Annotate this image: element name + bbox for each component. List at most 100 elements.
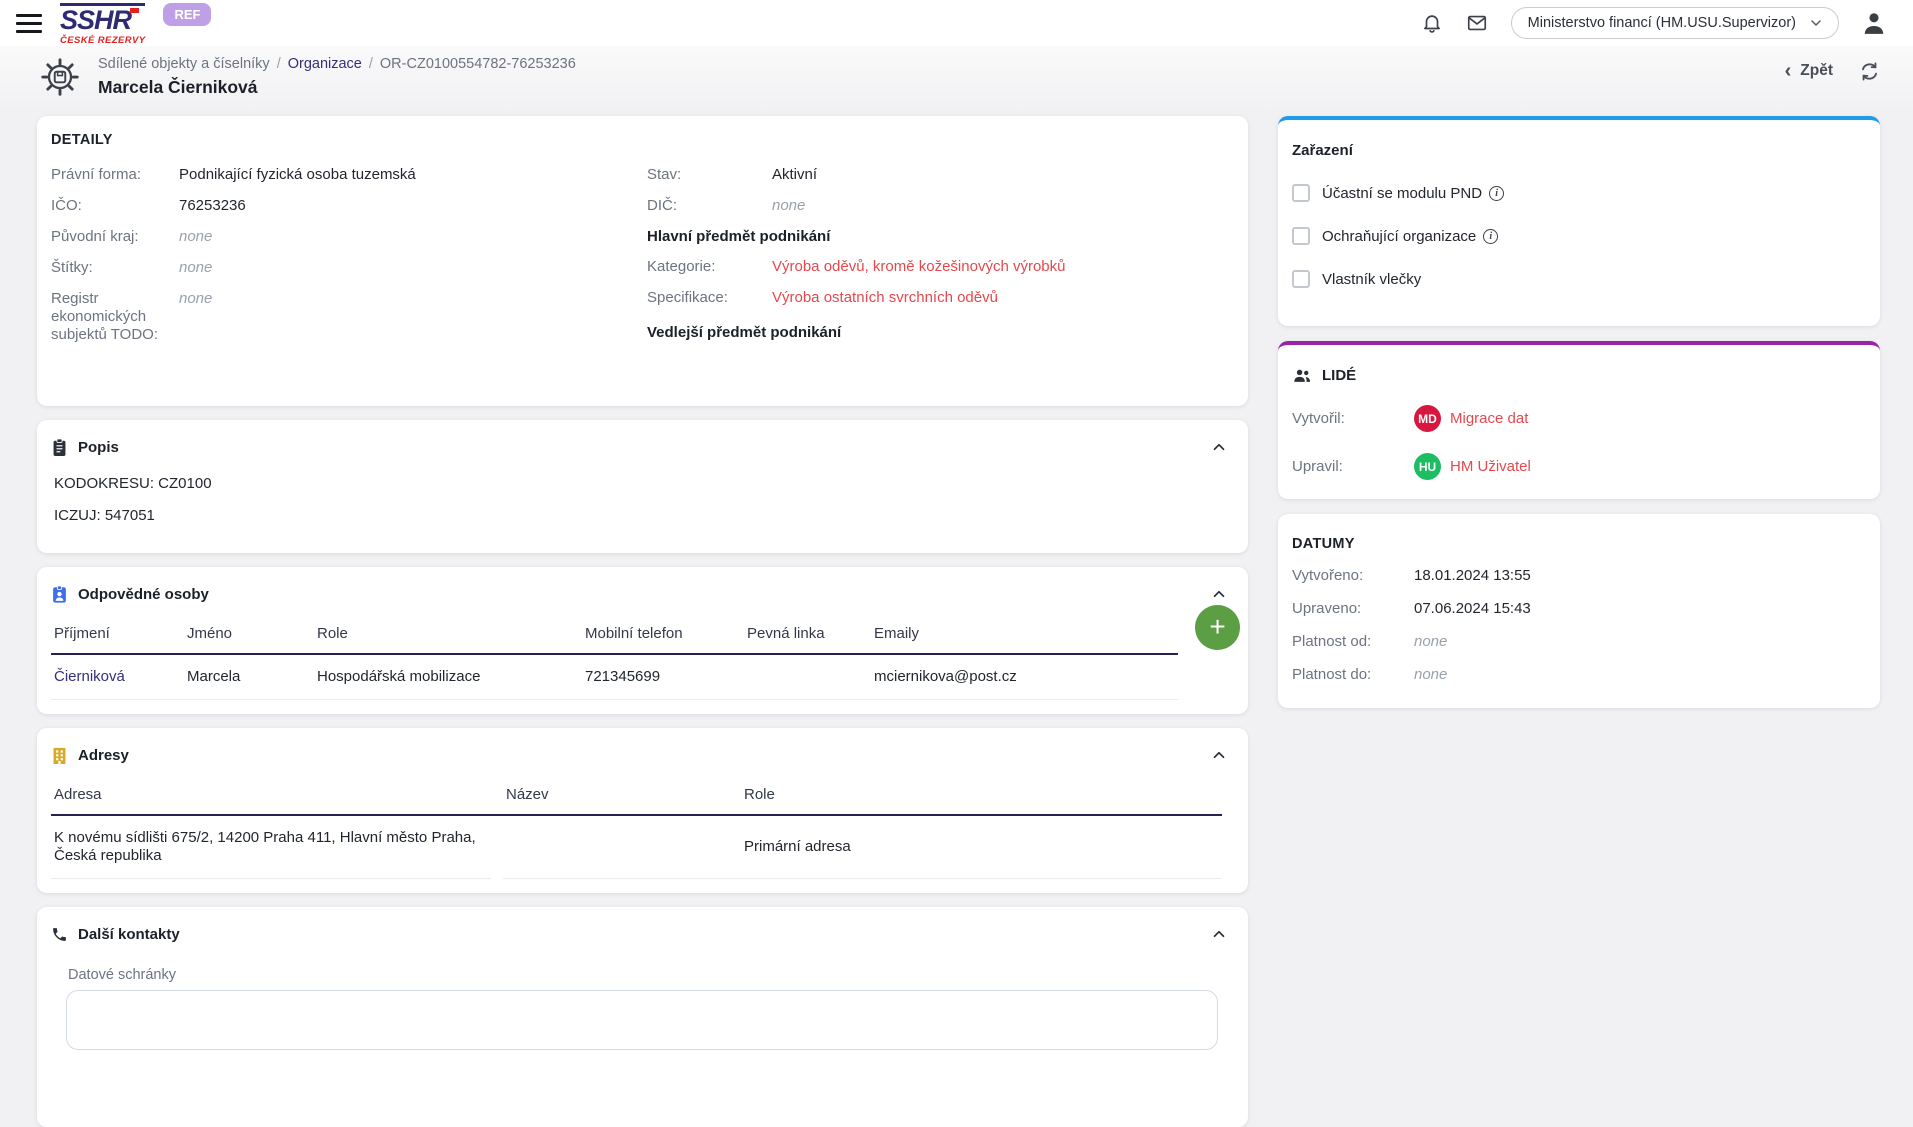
- people-icon: [1292, 368, 1312, 384]
- table-row-cell-mobile: 721345699: [582, 655, 744, 700]
- date-row-valid-to: Platnost do: none: [1292, 666, 1862, 684]
- page-head: Sdílené objekty a číselníky / Organizace…: [37, 52, 1880, 100]
- date-label: Upraveno:: [1292, 600, 1414, 618]
- column-header: Role: [314, 619, 582, 655]
- notifications-button[interactable]: [1421, 12, 1443, 34]
- databox-input[interactable]: [66, 990, 1218, 1050]
- table-row-cell-role: Hospodářská mobilizace: [314, 655, 582, 700]
- contacts-title: Další kontakty: [78, 926, 180, 943]
- description-card: Popis KODOKRESU: CZ0100 ICZUJ: 547051: [37, 420, 1248, 553]
- table-row-cell-name: Marcela: [184, 655, 314, 700]
- chevron-up-icon: [1210, 925, 1228, 943]
- page-title: Marcela Čierniková: [98, 77, 576, 98]
- breadcrumb-organizace-link[interactable]: Organizace: [288, 56, 362, 72]
- updated-by-link[interactable]: HM Uživatel: [1450, 458, 1531, 475]
- date-label: Vytvořeno:: [1292, 567, 1414, 585]
- info-icon[interactable]: i: [1489, 186, 1504, 201]
- context-selector[interactable]: Ministerstvo financí (HM.USU.Supervizor): [1511, 7, 1839, 39]
- breadcrumb-separator: /: [369, 56, 373, 72]
- messages-button[interactable]: [1465, 12, 1489, 34]
- id-badge-icon: [51, 585, 68, 604]
- checkbox-unchecked[interactable]: [1292, 227, 1310, 245]
- field-puvodni-kraj: Původní kraj: none: [51, 228, 647, 246]
- checkbox-unchecked[interactable]: [1292, 270, 1310, 288]
- back-chevron-icon: ‹: [1785, 61, 1792, 81]
- logo-red-dash: [130, 8, 139, 13]
- field-label: Štítky:: [51, 259, 179, 277]
- date-value: 07.06.2024 15:43: [1414, 600, 1531, 618]
- checkbox-unchecked[interactable]: [1292, 184, 1310, 202]
- collapse-contacts-button[interactable]: [1208, 923, 1230, 945]
- breadcrumb-root[interactable]: Sdílené objekty a číselníky: [98, 56, 270, 72]
- field-kategorie: Kategorie: Výroba oděvů, kromě kožešinov…: [647, 258, 1230, 276]
- field-value: none: [179, 290, 212, 308]
- column-header: Role: [741, 780, 1222, 816]
- field-label: Registr ekonomických subjektů TODO:: [51, 290, 179, 344]
- category-link[interactable]: Výroba oděvů, kromě kožešinových výrobků: [772, 258, 1065, 276]
- breadcrumb-record-id: OR-CZ0100554782-76253236: [380, 56, 576, 72]
- logo[interactable]: SSHR ČESKÉ REZERVY: [60, 1, 145, 46]
- refresh-icon: [1859, 61, 1880, 82]
- column-header: Emaily: [871, 619, 1178, 655]
- responsible-persons-card: Odpovědné osoby + Příjmení Jméno Role Mo…: [37, 567, 1248, 714]
- building-icon: [51, 746, 68, 765]
- addresses-table: Adresa Název Role K novému sídlišti 675/…: [51, 780, 1222, 879]
- specification-link[interactable]: Výroba ostatních svrchních oděvů: [772, 289, 998, 307]
- description-line: KODOKRESU: CZ0100: [54, 475, 1230, 493]
- person-surname-link[interactable]: Čierniková: [54, 668, 125, 686]
- checkbox-row-vlecka[interactable]: Vlastník vlečky: [1292, 270, 1862, 288]
- date-row-valid-from: Platnost od: none: [1292, 633, 1862, 651]
- checkbox-label: Ochraňující organizace: [1322, 228, 1476, 245]
- date-row-updated: Upraveno: 07.06.2024 15:43: [1292, 600, 1862, 618]
- breadcrumb-separator: /: [277, 56, 281, 72]
- addresses-title: Adresy: [78, 747, 129, 764]
- field-ico: IČO: 76253236: [51, 197, 647, 215]
- dates-title: DATUMY: [1292, 536, 1862, 552]
- description-line: ICZUJ: 547051: [54, 507, 1230, 525]
- date-value: none: [1414, 633, 1447, 651]
- collapse-persons-button[interactable]: [1208, 583, 1230, 605]
- people-row-created-by: Vytvořil: MD Migrace dat: [1292, 405, 1862, 432]
- user-avatar-button[interactable]: [1861, 10, 1887, 36]
- field-registr-es: Registr ekonomických subjektů TODO: none: [51, 290, 647, 344]
- classification-card: Zařazení Účastní se modulu PND i Ochraňu…: [1278, 116, 1880, 326]
- people-row-updated-by: Upravil: HU HM Uživatel: [1292, 453, 1862, 480]
- contacts-card: Další kontakty Datové schránky: [37, 907, 1248, 1127]
- checkbox-label: Účastní se modulu PND: [1322, 185, 1482, 202]
- people-card: LIDÉ Vytvořil: MD Migrace dat Upravil: H…: [1278, 341, 1880, 499]
- logo-subtext: ČESKÉ REZERVY: [60, 36, 145, 46]
- checkbox-row-pnd[interactable]: Účastní se modulu PND i: [1292, 184, 1862, 202]
- collapse-description-button[interactable]: [1208, 436, 1230, 458]
- user-initials-avatar: MD: [1414, 405, 1441, 432]
- people-row-label: Vytvořil:: [1292, 410, 1414, 427]
- people-title: LIDÉ: [1322, 367, 1356, 384]
- classification-title: Zařazení: [1292, 142, 1862, 159]
- field-specifikace: Specifikace: Výroba ostatních svrchních …: [647, 289, 1230, 307]
- column-header: Jméno: [184, 619, 314, 655]
- context-selector-value: Ministerstvo financí (HM.USU.Supervizor): [1528, 15, 1796, 31]
- add-person-button[interactable]: +: [1195, 605, 1240, 650]
- refresh-button[interactable]: [1859, 61, 1880, 82]
- environment-badge: REF: [163, 3, 211, 26]
- chevron-up-icon: [1210, 746, 1228, 764]
- created-by-link[interactable]: Migrace dat: [1450, 410, 1528, 427]
- addresses-card: Adresy Adresa Název Role K novému sídliš…: [37, 728, 1248, 893]
- table-row-cell-name: [503, 816, 741, 879]
- field-label: Specifikace:: [647, 289, 772, 307]
- column-header: Mobilní telefon: [582, 619, 744, 655]
- field-label: Původní kraj:: [51, 228, 179, 246]
- menu-icon[interactable]: [16, 13, 42, 33]
- clipboard-icon: [51, 438, 68, 457]
- field-label: IČO:: [51, 197, 179, 215]
- collapse-addresses-button[interactable]: [1208, 744, 1230, 766]
- databox-label: Datové schránky: [68, 967, 1230, 983]
- field-dic: DIČ: none: [647, 197, 1230, 215]
- field-stav: Stav: Aktivní: [647, 166, 1230, 184]
- back-button[interactable]: ‹ Zpět: [1779, 60, 1839, 82]
- info-icon[interactable]: i: [1483, 229, 1498, 244]
- back-button-label: Zpět: [1800, 62, 1833, 80]
- checkbox-row-ochranujici[interactable]: Ochraňující organizace i: [1292, 227, 1862, 245]
- organization-gear-icon: [37, 54, 83, 100]
- description-title: Popis: [78, 439, 119, 456]
- chevron-up-icon: [1210, 438, 1228, 456]
